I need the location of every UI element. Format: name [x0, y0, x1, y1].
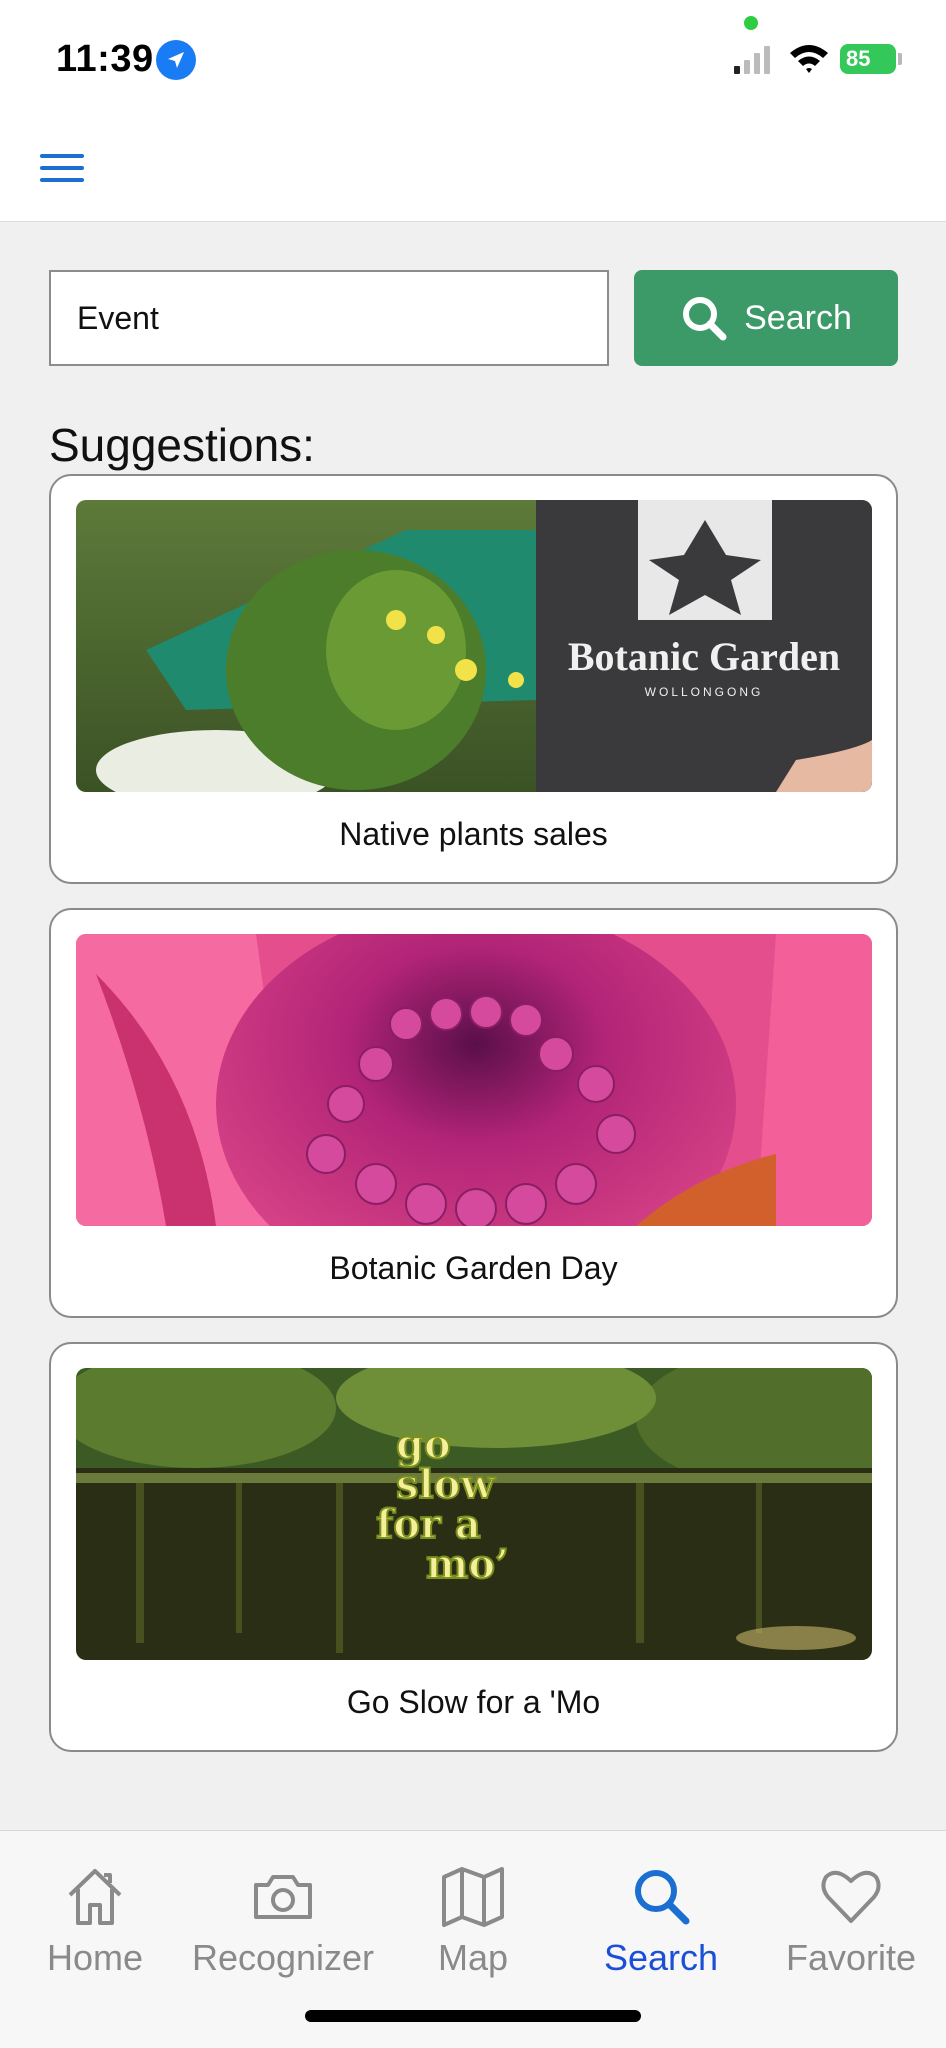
app-header [0, 110, 946, 222]
tab-recognizer[interactable]: Recognizer [188, 1861, 378, 1991]
search-button-label: Search [744, 298, 852, 337]
tab-favorite[interactable]: Favorite [756, 1861, 946, 1991]
map-icon [442, 1867, 504, 1927]
suggestion-label: Go Slow for a 'Mo [346, 1684, 601, 1720]
status-bar: 11:39 85 [0, 0, 946, 110]
tab-label: Search [603, 1937, 719, 1978]
home-icon [68, 1869, 122, 1925]
cellular-signal-icon [734, 46, 770, 74]
image-logo-text: Botanic Garden [568, 634, 840, 679]
camera-icon [254, 1875, 312, 1919]
search-icon [635, 1870, 690, 1925]
battery-icon: 85 [840, 44, 896, 74]
suggestion-image [76, 934, 872, 1226]
tab-search[interactable]: Search [566, 1861, 756, 1991]
suggestion-image: go slow for a mo’ [76, 1368, 872, 1660]
search-button[interactable]: Search [634, 270, 898, 366]
home-indicator [305, 2010, 641, 2022]
hamburger-menu-icon[interactable] [40, 150, 86, 186]
wifi-icon [790, 45, 828, 73]
tab-label: Map [437, 1937, 509, 1978]
suggestion-image: Botanic Garden WOLLONGONG [76, 500, 872, 792]
search-input[interactable] [49, 270, 609, 366]
svg-text:mo’: mo’ [426, 1541, 509, 1588]
suggestions-title: Suggestions: [49, 419, 315, 471]
svg-text:WOLLONGONG: WOLLONGONG [645, 685, 764, 699]
heart-icon [821, 1870, 881, 1923]
privacy-indicator-dot [744, 16, 758, 30]
search-icon [683, 297, 727, 341]
tab-home[interactable]: Home [0, 1861, 190, 1991]
suggestion-card-go-slow[interactable]: go slow for a mo’ Go Slow for a 'Mo [49, 1342, 898, 1752]
status-time: 11:39 [56, 38, 154, 80]
tab-label: Home [46, 1937, 144, 1978]
tab-label: Favorite [785, 1937, 917, 1978]
battery-level: 85 [846, 46, 871, 71]
suggestion-label: Native plants sales [339, 816, 608, 852]
location-arrow-icon [156, 40, 196, 80]
tab-label: Recognizer [191, 1937, 375, 1978]
main-content: Search Suggestions: [0, 222, 946, 1830]
suggestion-label: Botanic Garden Day [329, 1250, 618, 1286]
battery-cap [898, 53, 902, 65]
suggestion-card-botanic-garden-day[interactable]: Botanic Garden Day [49, 908, 898, 1318]
tab-map[interactable]: Map [378, 1861, 568, 1991]
suggestion-card-native-plants[interactable]: Botanic Garden WOLLONGONG Native plants … [49, 474, 898, 884]
